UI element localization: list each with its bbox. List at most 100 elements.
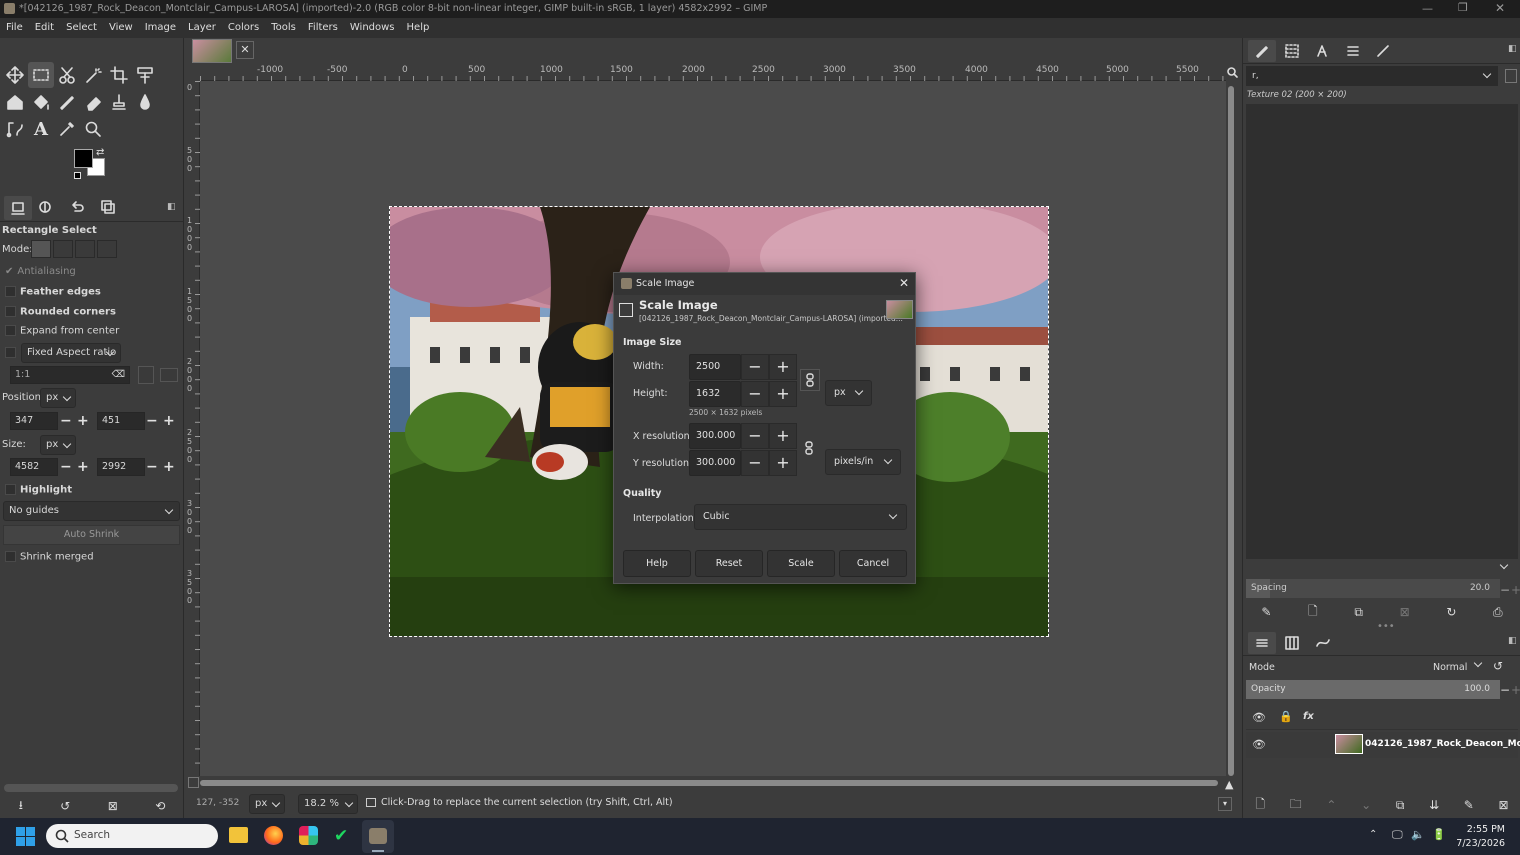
lock-icon[interactable]: 🔒 xyxy=(1279,710,1293,723)
configure-tab-icon[interactable]: ◧ xyxy=(1508,636,1517,646)
taskbar-search[interactable]: Search xyxy=(46,824,218,848)
close-tab-icon[interactable]: ✕ xyxy=(236,41,254,59)
spacing-minus[interactable]: − xyxy=(1500,583,1510,597)
mode-add-icon[interactable] xyxy=(53,240,73,258)
size-height-field[interactable]: 2992 xyxy=(97,458,145,476)
file-explorer-icon[interactable] xyxy=(229,827,248,843)
open-brush-icon[interactable]: ⎙ xyxy=(1493,605,1503,620)
menu-edit[interactable]: Edit xyxy=(29,18,60,38)
configure-tab-icon[interactable]: ◧ xyxy=(1508,44,1517,54)
rounded-option[interactable]: Rounded corners xyxy=(5,306,116,318)
images-tab-icon[interactable] xyxy=(101,200,115,214)
edit-brush-icon[interactable]: ✎ xyxy=(1261,605,1271,619)
opacity-minus[interactable]: − xyxy=(1500,683,1510,697)
delete-brush-icon[interactable]: ⊠ xyxy=(1400,605,1410,619)
raise-layer-icon[interactable]: ⌃ xyxy=(1326,798,1336,812)
position-y-field[interactable]: 451 xyxy=(97,412,145,430)
fonts-tab-icon[interactable] xyxy=(1316,44,1330,58)
scale-button[interactable]: Scale xyxy=(767,550,835,577)
landscape-icon[interactable] xyxy=(160,368,178,382)
slack-icon[interactable] xyxy=(299,826,318,845)
height-minus-button[interactable]: − xyxy=(741,381,769,407)
help-button[interactable]: Help xyxy=(623,550,691,577)
tray-overflow-icon[interactable]: ⌃ xyxy=(1369,829,1377,840)
clone-tool-icon[interactable] xyxy=(106,89,132,115)
clock-date[interactable]: 7/23/2026 xyxy=(1455,838,1505,849)
checkmark-app-icon[interactable]: ✔ xyxy=(334,826,348,846)
yres-minus-button[interactable]: − xyxy=(741,450,769,476)
menu-select[interactable]: Select xyxy=(60,18,103,38)
layer-name[interactable]: 042126_1987_Rock_Deacon_Montc xyxy=(1365,739,1520,749)
battery-icon[interactable]: 🔋 xyxy=(1432,828,1446,841)
save-options-icon[interactable]: ⭳ xyxy=(19,796,23,817)
refresh-brushes-icon[interactable]: ↻ xyxy=(1446,605,1456,619)
merge-layer-icon[interactable]: ⇊ xyxy=(1429,798,1439,812)
fixed-checkbox[interactable] xyxy=(5,347,20,359)
paths-tool-icon[interactable] xyxy=(2,116,28,142)
navigate-icon[interactable]: ▲ xyxy=(1225,778,1237,791)
layer-visibility-icon[interactable]: 👁 xyxy=(1252,738,1266,751)
paint-dynamics-icon[interactable] xyxy=(1376,44,1390,58)
scissors-tool-icon[interactable] xyxy=(54,62,80,88)
width-minus-button[interactable]: − xyxy=(741,354,769,380)
size-unit-combo[interactable]: px xyxy=(40,435,76,455)
position-x-field[interactable]: 347 xyxy=(10,412,58,430)
layer-row[interactable]: 👁 042126_1987_Rock_Deacon_Montc xyxy=(1246,732,1520,758)
channels-tab-icon[interactable] xyxy=(1285,636,1299,650)
smudge-tool-icon[interactable] xyxy=(132,89,158,115)
menu-colors[interactable]: Colors xyxy=(222,18,265,38)
width-plus-button[interactable]: + xyxy=(769,354,797,380)
document-history-icon[interactable] xyxy=(1346,44,1360,58)
mode-subtract-icon[interactable] xyxy=(75,240,95,258)
menu-image[interactable]: Image xyxy=(139,18,182,38)
chain-link-icon[interactable] xyxy=(800,369,820,391)
default-colors-icon[interactable] xyxy=(74,172,81,179)
menu-windows[interactable]: Windows xyxy=(344,18,401,38)
menu-filters[interactable]: Filters xyxy=(302,18,344,38)
brush-tag-filter[interactable]: r, xyxy=(1246,66,1498,86)
feather-option[interactable]: Feather edges xyxy=(5,286,101,298)
auto-shrink-button[interactable]: Auto Shrink xyxy=(3,525,180,545)
vertical-scrollbar[interactable] xyxy=(1228,86,1234,776)
fuzzy-select-tool-icon[interactable] xyxy=(80,62,106,88)
size-h-minus-button[interactable]: − xyxy=(146,460,158,474)
antialiasing-option[interactable]: ✔ Antialiasing xyxy=(5,266,76,277)
tag-icon[interactable] xyxy=(1505,69,1517,83)
spacing-slider[interactable]: Spacing 20.0 xyxy=(1246,579,1500,598)
mode-intersect-icon[interactable] xyxy=(97,240,117,258)
configure-tab-icon[interactable]: ◧ xyxy=(167,202,176,212)
text-tool-icon[interactable]: A xyxy=(28,116,54,142)
volume-icon[interactable]: 🔈 xyxy=(1411,828,1425,841)
eraser-tool-icon[interactable] xyxy=(80,89,106,115)
restore-options-icon[interactable]: ↺ xyxy=(60,799,70,813)
quick-mask-icon[interactable] xyxy=(188,777,199,788)
toolbox-scrollbar[interactable] xyxy=(4,784,178,792)
pos-x-plus-button[interactable]: + xyxy=(77,414,89,428)
horizontal-ruler[interactable]: -1000 -500 0 500 1000 1500 2000 2500 300… xyxy=(200,64,1226,81)
fixed-aspect-combo[interactable]: Fixed Aspect ratio xyxy=(21,343,121,363)
spacing-plus[interactable]: + xyxy=(1511,583,1520,597)
zoom-tool-icon[interactable] xyxy=(80,116,106,142)
gimp-taskbar-button[interactable] xyxy=(362,820,394,853)
height-input[interactable]: 1632 xyxy=(689,381,741,407)
visibility-icon[interactable]: 👁 xyxy=(1252,711,1266,724)
cancel-button[interactable]: Cancel xyxy=(839,550,907,577)
menu-file[interactable]: File xyxy=(0,18,29,38)
pos-y-minus-button[interactable]: − xyxy=(146,414,158,428)
size-unit-combo[interactable]: px xyxy=(825,380,872,406)
position-unit-combo[interactable]: px xyxy=(40,388,76,408)
new-group-icon[interactable]: 🗀 xyxy=(1290,795,1302,816)
height-plus-button[interactable]: + xyxy=(769,381,797,407)
new-brush-icon[interactable]: 🗋 xyxy=(1308,602,1318,623)
delete-layer-icon[interactable]: ⊠ xyxy=(1499,798,1509,812)
lower-layer-icon[interactable]: ⌄ xyxy=(1361,798,1371,812)
size-h-plus-button[interactable]: + xyxy=(163,460,175,474)
menu-tools[interactable]: Tools xyxy=(265,18,302,38)
reset-options-icon[interactable]: ⟲ xyxy=(155,799,165,813)
new-layer-icon[interactable]: 🗋 xyxy=(1255,795,1265,816)
xres-plus-button[interactable]: + xyxy=(769,423,797,449)
opacity-slider[interactable]: Opacity 100.0 xyxy=(1246,680,1500,699)
zoom-ruler-icon[interactable] xyxy=(1227,67,1238,78)
effects-icon[interactable]: fx xyxy=(1303,711,1314,722)
layer-mode-dropdown[interactable] xyxy=(1473,658,1485,668)
